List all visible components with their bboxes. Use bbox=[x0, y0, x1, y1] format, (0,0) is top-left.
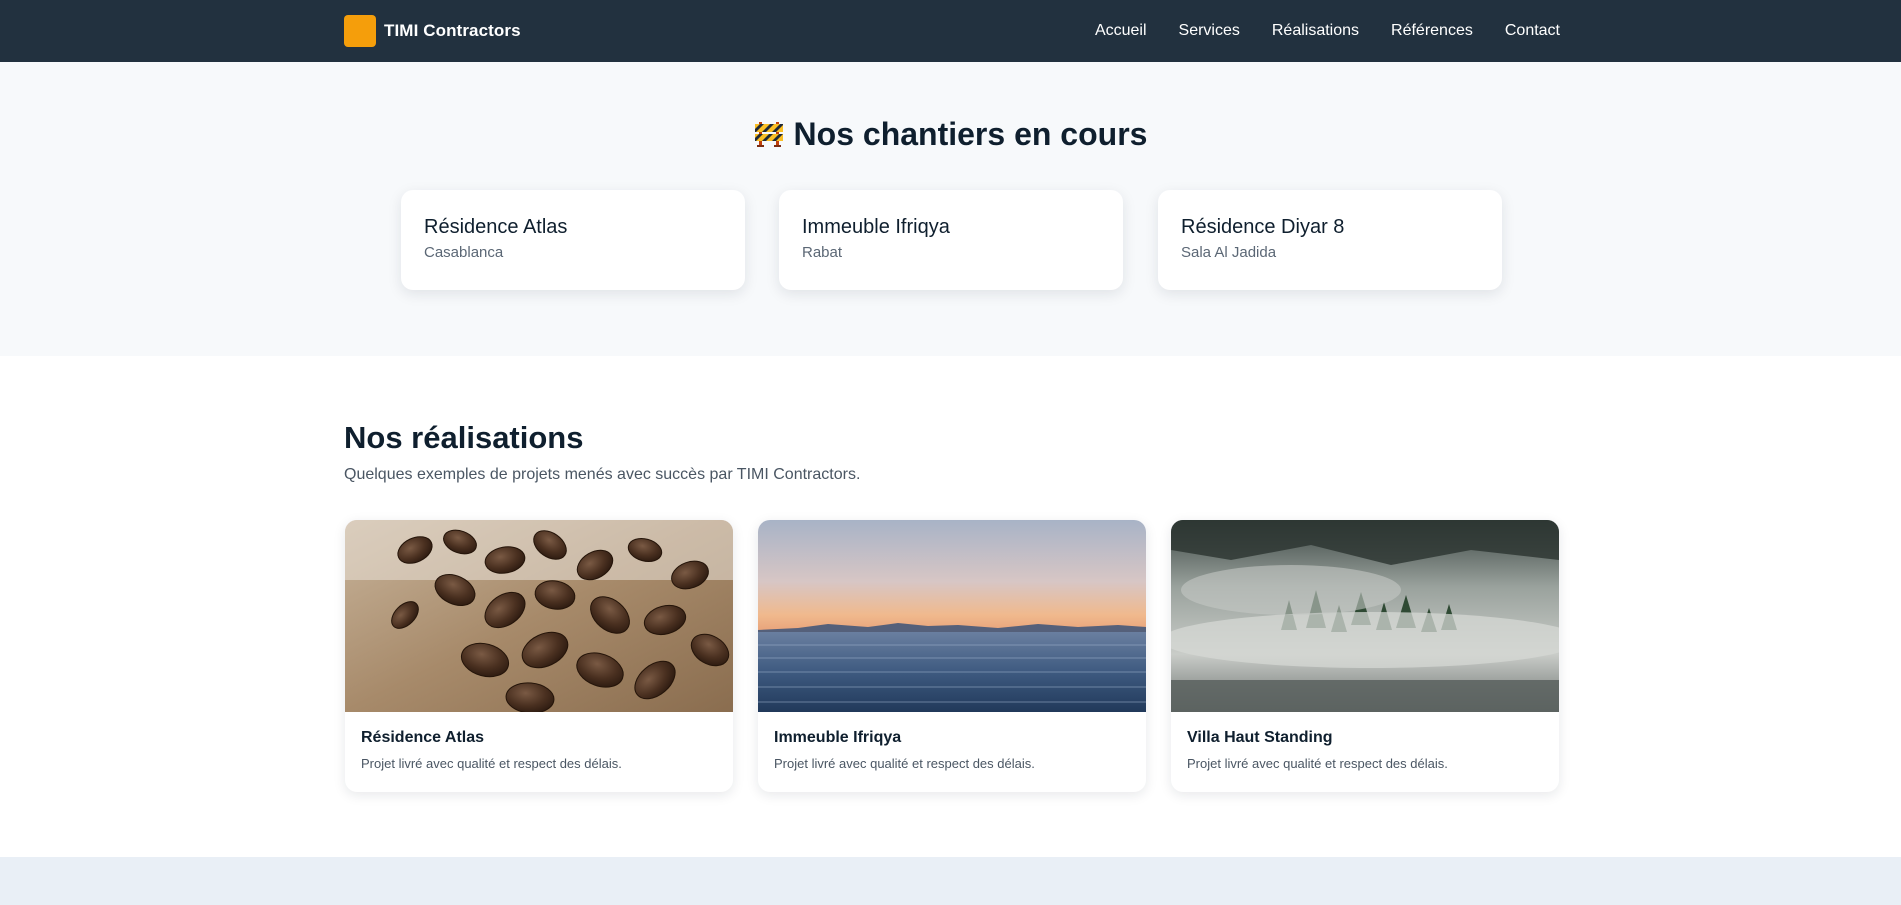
realisations-section: Nos réalisations Quelques exemples de pr… bbox=[0, 356, 1901, 857]
project-card[interactable]: Villa Haut Standing Projet livré avec qu… bbox=[1171, 520, 1559, 792]
nav-link-services[interactable]: Services bbox=[1179, 22, 1240, 40]
site-card[interactable]: Immeuble Ifriqya Rabat bbox=[779, 190, 1123, 290]
brand[interactable]: TIMI Contractors bbox=[344, 14, 521, 48]
nav-link-contact[interactable]: Contact bbox=[1505, 22, 1560, 40]
misty-forest-photo bbox=[1171, 520, 1559, 712]
ongoing-sites-section: Nos chantiers en cours Résidence Atlas C… bbox=[0, 62, 1901, 356]
project-name: Villa Haut Standing bbox=[1187, 729, 1333, 746]
nav-link-references[interactable]: Références bbox=[1391, 22, 1473, 40]
site-name: Immeuble Ifriqya bbox=[802, 216, 950, 238]
site-name: Résidence Atlas bbox=[424, 216, 568, 238]
top-navbar: TIMI Contractors Accueil Services Réalis… bbox=[0, 0, 1901, 62]
brand-logo-icon bbox=[344, 15, 376, 47]
nav-link-accueil[interactable]: Accueil bbox=[1095, 22, 1147, 40]
construction-barrier-icon bbox=[754, 118, 784, 156]
next-section-band bbox=[0, 857, 1901, 905]
site-city: Rabat bbox=[802, 244, 843, 261]
site-card[interactable]: Résidence Atlas Casablanca bbox=[401, 190, 745, 290]
realisations-heading: Nos réalisations bbox=[344, 420, 584, 455]
site-city: Casablanca bbox=[424, 244, 504, 261]
site-name: Résidence Diyar 8 bbox=[1181, 216, 1345, 238]
site-city: Sala Al Jadida bbox=[1181, 244, 1277, 261]
brand-name: TIMI Contractors bbox=[384, 21, 521, 40]
site-card[interactable]: Résidence Diyar 8 Sala Al Jadida bbox=[1158, 190, 1502, 290]
coffee-beans-photo bbox=[345, 520, 733, 712]
main-nav: Accueil Services Réalisations Références… bbox=[1095, 0, 1560, 62]
ongoing-sites-title: Nos chantiers en cours bbox=[793, 116, 1148, 152]
project-description: Projet livré avec qualité et respect des… bbox=[361, 756, 622, 771]
realisations-subtitle: Quelques exemples de projets menés avec … bbox=[344, 466, 861, 483]
project-card[interactable]: Immeuble Ifriqya Projet livré avec quali… bbox=[758, 520, 1146, 792]
project-name: Résidence Atlas bbox=[361, 729, 485, 746]
sea-sunset-photo bbox=[758, 520, 1146, 712]
project-name: Immeuble Ifriqya bbox=[774, 729, 902, 746]
nav-link-realisations[interactable]: Réalisations bbox=[1272, 22, 1359, 40]
ongoing-sites-heading: Nos chantiers en cours bbox=[0, 116, 1901, 156]
project-description: Projet livré avec qualité et respect des… bbox=[774, 756, 1035, 771]
project-description: Projet livré avec qualité et respect des… bbox=[1187, 756, 1448, 771]
project-card[interactable]: Résidence Atlas Projet livré avec qualit… bbox=[345, 520, 733, 792]
